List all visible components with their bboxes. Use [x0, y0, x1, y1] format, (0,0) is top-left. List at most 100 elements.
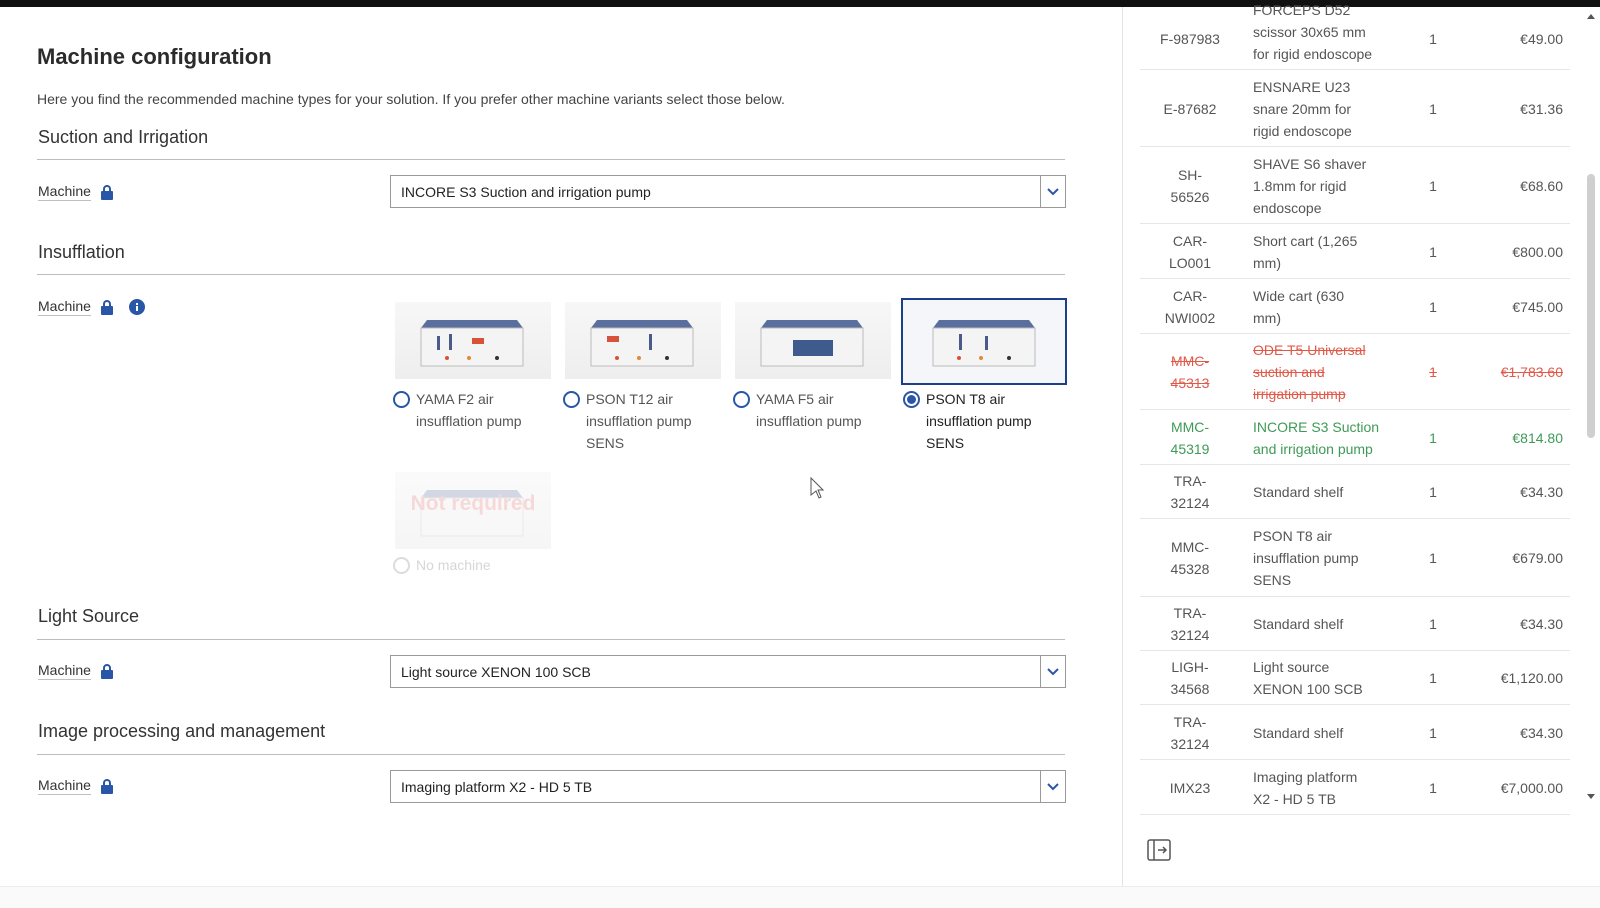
cart-scrollbar[interactable] — [1585, 14, 1597, 804]
section-title-image-processing: Image processing and management — [38, 721, 326, 741]
insufflation-pump-image — [760, 320, 864, 367]
page-title: Machine configuration — [37, 44, 272, 69]
cart-item-description: Standard shelf — [1253, 484, 1344, 500]
suction-machine-label: Machine — [38, 183, 113, 201]
cart-item-quantity: 1 — [1429, 724, 1437, 741]
cart-item-description: SHAVE S6 shaver 1.8mm for rigid endoscope — [1253, 155, 1367, 216]
cart-item-quantity: 1 — [1429, 243, 1437, 260]
cart-item-code: MMC- 45319 — [1170, 418, 1210, 457]
scroll-up-icon[interactable] — [1587, 14, 1595, 19]
light-machine-select[interactable]: Light source XENON 100 SCB — [390, 655, 1066, 688]
insufflation-pump-image — [932, 320, 1036, 367]
mouse-cursor-icon — [810, 477, 824, 499]
option-image-yama-f2[interactable] — [395, 302, 551, 379]
section-divider — [37, 754, 1065, 755]
cart-row: SH- 56526 SHAVE S6 shaver 1.8mm for rigid en… — [1140, 147, 1570, 224]
insufflation-machine-label: Machine — [38, 298, 145, 316]
cart-item-quantity: 1 — [1429, 298, 1437, 315]
select-value: Imaging platform X2 - HD 5 TB — [401, 778, 593, 795]
suction-machine-select[interactable]: INCORE S3 Suction and irrigation pump — [390, 175, 1066, 208]
cart-item-price: €1,783.60 — [1500, 364, 1563, 380]
cart-item-quantity: 1 — [1429, 30, 1437, 47]
cart-item-code: E-87682 — [1163, 100, 1217, 117]
scroll-thumb[interactable] — [1587, 174, 1595, 438]
scroll-down-icon[interactable] — [1587, 794, 1595, 799]
option-yama-f2[interactable]: YAMA F2 air insufflation pump — [393, 388, 522, 432]
option-image-no-machine: Not required — [395, 472, 551, 549]
dropdown-button[interactable] — [1040, 176, 1065, 207]
cart-item-description: ENSNARE U23 snare 20mm for rigid endoscope — [1253, 78, 1352, 139]
cart-row: CAR- LO001 Short cart (1,265 mm) 1 €800.00 — [1140, 224, 1570, 279]
cart-row: LIGH- 34568 Light source XENON 100 SCB 1 €1,1… — [1140, 651, 1570, 705]
cart-row: IMX23 Imaging platform X2 - HD 5 TB 1 €7,000… — [1140, 760, 1570, 815]
cart-item-price: €800.00 — [1512, 243, 1563, 260]
cart-row: E-87682 ENSNARE U23 snare 20mm for rigid en… — [1140, 70, 1570, 147]
option-pson-t12[interactable]: PSON T12 air insufflation pump SENS — [563, 388, 692, 454]
cart-item-quantity: 1 — [1429, 100, 1437, 117]
option-label: YAMA F5 air insufflation pump — [756, 391, 862, 429]
cart-item-quantity: 1 — [1429, 670, 1437, 686]
option-no-machine: No machine — [393, 554, 491, 576]
cart-item-price: €34.30 — [1520, 616, 1563, 632]
radio-button[interactable] — [563, 391, 580, 408]
cart-row: MMC- 45328 PSON T8 air insufflation pump SEN… — [1140, 519, 1570, 597]
cart-item-code: LIGH- 34568 — [1170, 659, 1210, 697]
option-image-pson-t8[interactable] — [901, 298, 1067, 385]
cart-item-description: INCORE S3 Suction and irrigation pump — [1253, 418, 1380, 457]
cart-item-code: TRA- 32124 — [1170, 473, 1210, 511]
section-title-suction: Suction and Irrigation — [38, 127, 209, 147]
imaging-machine-label: Machine — [38, 777, 113, 795]
option-image-pson-t12[interactable] — [565, 302, 721, 379]
cart-item-description: Light source XENON 100 SCB — [1253, 659, 1363, 697]
option-label: PSON T8 air insufflation pump SENS — [926, 391, 1032, 451]
cart-item-code: MMC- 45328 — [1170, 539, 1210, 577]
cart-item-price: €49.00 — [1520, 30, 1563, 47]
cart-row: TRA- 32124 Standard shelf 1 €34.30 — [1140, 465, 1570, 519]
cart-item-quantity: 1 — [1429, 550, 1437, 566]
cart-item-price: €31.36 — [1520, 100, 1563, 117]
cart-item-code: MMC- 45313 — [1170, 353, 1210, 391]
cart-item-price: €814.80 — [1512, 429, 1563, 446]
cart-item-description: ODE T5 Universal suction and irrigation pu… — [1253, 342, 1366, 402]
select-value: INCORE S3 Suction and irrigation pump — [401, 183, 651, 200]
option-label: PSON T12 air insufflation pump SENS — [586, 391, 692, 451]
option-pson-t8[interactable]: PSON T8 air insufflation pump SENS — [903, 388, 1032, 454]
radio-button[interactable] — [733, 391, 750, 408]
dropdown-button[interactable] — [1040, 771, 1065, 802]
field-label-text: Machine — [38, 777, 91, 795]
option-yama-f5[interactable]: YAMA F5 air insufflation pump — [733, 388, 862, 432]
lock-icon — [100, 299, 113, 315]
cart-item-description: FORCEPS D52 scissor 30x65 mm for rigid end… — [1253, 2, 1373, 62]
cart-item-price: €745.00 — [1512, 298, 1563, 315]
cart-item-price: €34.30 — [1520, 484, 1563, 500]
dropdown-button[interactable] — [1040, 656, 1065, 687]
cart-row: MMC- 45319 INCORE S3 Suction and irrigation… — [1140, 410, 1570, 465]
info-icon[interactable] — [128, 299, 145, 315]
cart-item-quantity: 1 — [1429, 616, 1437, 632]
cart-item-price: €7,000.00 — [1500, 779, 1563, 796]
lock-icon — [100, 778, 113, 794]
cart-item-quantity: 1 — [1429, 779, 1437, 796]
cart-item-description: Wide cart (630 mm) — [1253, 287, 1345, 326]
cart-row: CAR- NWI002 Wide cart (630 mm) 1 €745.00 — [1140, 279, 1570, 334]
cart-item-price: €34.30 — [1520, 724, 1563, 741]
page-description: Here you find the recommended machine ty… — [37, 91, 785, 107]
imaging-machine-select[interactable]: Imaging platform X2 - HD 5 TB — [390, 770, 1066, 803]
option-image-yama-f5[interactable] — [735, 302, 891, 379]
option-label: YAMA F2 air insufflation pump — [416, 391, 522, 429]
cart-row: F-987983 FORCEPS D52 scissor 30x65 mm for r… — [1140, 2, 1570, 70]
lock-icon — [100, 184, 113, 200]
cart-item-price: €679.00 — [1512, 550, 1563, 566]
cart-item-description: Imaging platform X2 - HD 5 TB — [1253, 768, 1358, 807]
option-label: No machine — [416, 557, 491, 573]
cart-row: MMC- 45313 ODE T5 Universal suction and irri… — [1140, 334, 1570, 410]
cart-item-code: F-987983 — [1160, 30, 1220, 47]
cart-row: TRA- 32124 Standard shelf 1 €34.30 — [1140, 597, 1570, 651]
cart-item-code: TRA- 32124 — [1170, 605, 1210, 643]
collapse-panel-icon[interactable] — [1147, 839, 1171, 861]
cart-item-code: CAR- NWI002 — [1164, 287, 1216, 326]
cart-item-price: €1,120.00 — [1500, 670, 1563, 686]
radio-button[interactable] — [393, 391, 410, 408]
cart-item-description: Standard shelf — [1253, 724, 1344, 741]
radio-button-selected[interactable] — [903, 391, 920, 408]
